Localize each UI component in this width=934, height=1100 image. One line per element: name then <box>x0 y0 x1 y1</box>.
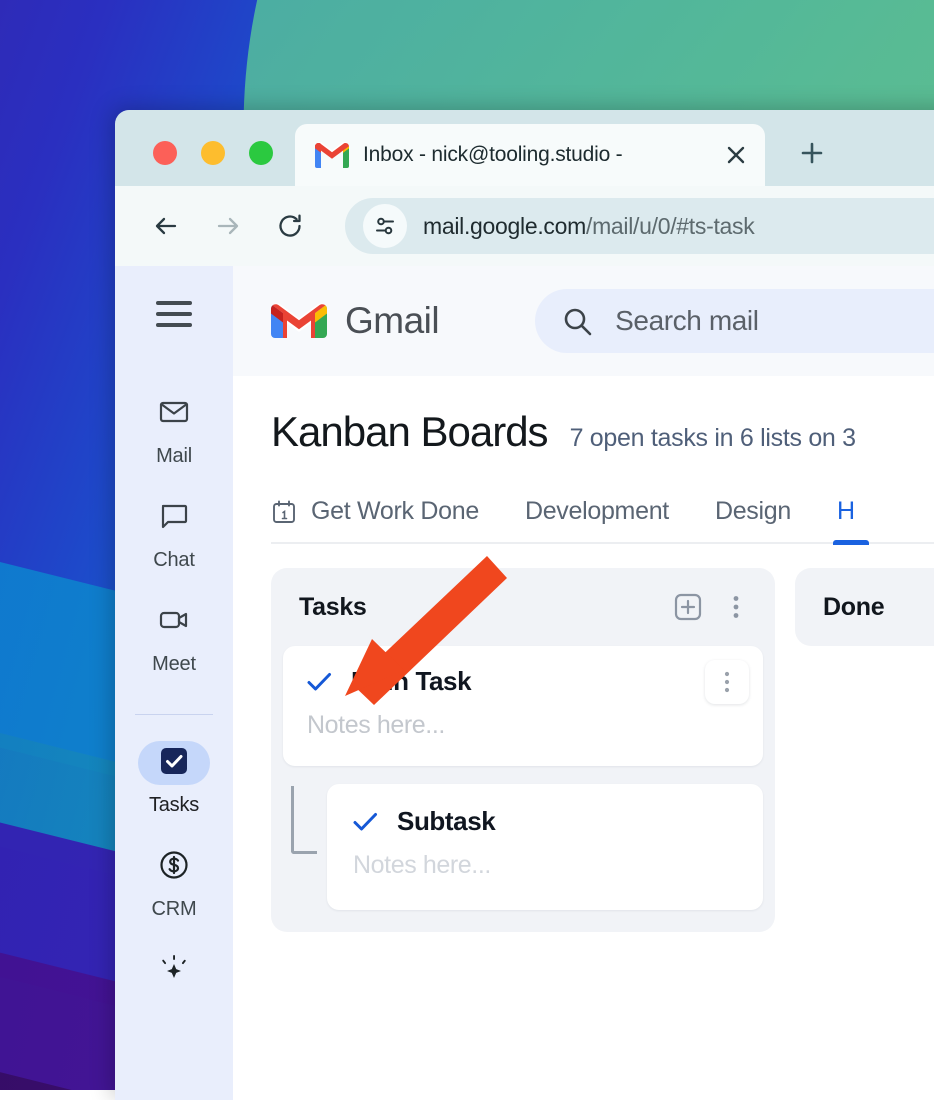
hamburger-icon[interactable] <box>148 288 200 340</box>
sidebar-item-label: Chat <box>153 549 194 572</box>
sidebar-divider <box>135 714 213 715</box>
page-header: Kanban Boards 7 open tasks in 6 lists on… <box>271 376 934 456</box>
task-notes[interactable]: Notes here... <box>307 711 745 740</box>
subtask-connector-line <box>291 786 317 854</box>
sidebar-item-crm[interactable]: CRM <box>115 845 233 921</box>
subtask-title: Subtask <box>397 806 495 837</box>
sidebar-item-meet[interactable]: Meet <box>115 600 233 676</box>
gmail-app: Mail Chat <box>115 266 934 1100</box>
gmail-wordmark: Gmail <box>345 300 439 342</box>
reload-icon[interactable] <box>275 211 305 241</box>
sidebar-pill <box>138 392 210 436</box>
sidebar-pill <box>138 845 210 889</box>
task-card-menu-button[interactable] <box>705 660 749 704</box>
check-icon[interactable] <box>351 808 379 836</box>
sidebar-item-mail[interactable]: Mail <box>115 392 233 468</box>
browser-tabstrip: Inbox - nick@tooling.studio - <box>115 110 934 186</box>
search-placeholder: Search mail <box>615 305 758 337</box>
tab-label: Development <box>525 497 669 526</box>
task-card[interactable]: Main Task Notes here... <box>283 646 763 766</box>
sidebar-item-label: Tasks <box>149 794 199 817</box>
board-columns: Tasks <box>271 568 934 932</box>
gmail-main: Gmail Search mail Kanban Boards 7 open t… <box>233 266 934 1100</box>
dollar-circle-icon <box>157 848 191 887</box>
hamburger-line <box>156 323 192 327</box>
sidebar-item-label: Meet <box>152 653 196 676</box>
window-controls <box>153 141 273 165</box>
subtask-container: Subtask Notes here... <box>271 784 775 910</box>
subtask-title-row: Subtask <box>351 806 745 837</box>
task-title: Main Task <box>351 666 471 697</box>
tab-get-work-done[interactable]: Get Work Done <box>271 497 479 542</box>
sidebar-item-label: CRM <box>152 898 197 921</box>
subtask-notes[interactable]: Notes here... <box>353 851 745 880</box>
sparkle-icon <box>157 952 191 991</box>
calendar-icon <box>271 499 297 525</box>
new-tab-button[interactable] <box>797 140 827 170</box>
address-bar[interactable]: mail.google.com/mail/u/0/#ts-task <box>345 198 934 254</box>
search-input[interactable]: Search mail <box>535 289 934 353</box>
subtask-card[interactable]: Subtask Notes here... <box>327 784 763 910</box>
back-arrow-icon[interactable] <box>151 211 181 241</box>
sidebar-item-chat[interactable]: Chat <box>115 496 233 572</box>
more-vert-icon[interactable] <box>719 590 753 624</box>
page-title: Kanban Boards <box>271 408 548 456</box>
window-close-button[interactable] <box>153 141 177 165</box>
gmail-logo-icon <box>271 300 327 342</box>
tune-icon[interactable] <box>363 204 407 248</box>
gmail-header: Gmail Search mail <box>233 266 934 376</box>
column-header: Done <box>795 568 934 646</box>
sidebar-pill <box>138 600 210 644</box>
tab-label: H <box>837 497 855 526</box>
window-minimize-button[interactable] <box>201 141 225 165</box>
add-box-icon[interactable] <box>671 590 705 624</box>
check-square-icon <box>158 745 190 782</box>
gmail-sidebar: Mail Chat <box>115 266 233 1100</box>
board-column-tasks: Tasks <box>271 568 775 932</box>
sidebar-pill <box>138 949 210 993</box>
video-camera-icon <box>157 603 191 642</box>
sidebar-item-label: Mail <box>156 445 192 468</box>
column-title: Tasks <box>299 593 657 622</box>
board-column-done: Done <box>795 568 934 646</box>
tab-label: Design <box>715 497 791 526</box>
tab-design[interactable]: Design <box>715 497 791 542</box>
browser-tab-title: Inbox - nick@tooling.studio - <box>363 143 709 167</box>
column-title: Done <box>823 593 934 622</box>
sidebar-pill <box>138 741 210 785</box>
address-bar-url: mail.google.com/mail/u/0/#ts-task <box>423 213 754 240</box>
sidebar-pill <box>138 496 210 540</box>
more-vert-icon <box>715 670 739 694</box>
envelope-icon <box>157 395 191 434</box>
board-tabs: Get Work Done Development Design H <box>271 490 934 544</box>
hamburger-line <box>156 301 192 305</box>
kanban-board-page: Kanban Boards 7 open tasks in 6 lists on… <box>233 376 934 932</box>
tab-label: Get Work Done <box>311 497 479 526</box>
page-subtitle: 7 open tasks in 6 lists on 3 <box>570 424 856 453</box>
browser-window: Inbox - nick@tooling.studio - <box>115 110 934 1100</box>
window-maximize-button[interactable] <box>249 141 273 165</box>
hamburger-line <box>156 312 192 316</box>
browser-tab[interactable]: Inbox - nick@tooling.studio - <box>295 124 765 186</box>
tab-home[interactable]: H <box>837 497 855 542</box>
search-icon <box>561 305 593 337</box>
forward-arrow-icon <box>213 211 243 241</box>
sidebar-item-tasks[interactable]: Tasks <box>115 741 233 817</box>
sidebar-item-sparkle[interactable] <box>115 949 233 1002</box>
task-title-row: Main Task <box>305 666 745 697</box>
tab-development[interactable]: Development <box>525 497 669 542</box>
url-path: /mail/u/0/#ts-task <box>586 213 754 239</box>
gmail-icon <box>315 142 349 168</box>
browser-toolbar: mail.google.com/mail/u/0/#ts-task <box>115 186 934 266</box>
column-header: Tasks <box>271 568 775 646</box>
check-icon[interactable] <box>305 668 333 696</box>
chat-bubble-icon <box>157 499 191 538</box>
plus-icon <box>799 140 825 171</box>
url-host: mail.google.com <box>423 213 586 239</box>
close-icon[interactable] <box>723 142 749 168</box>
